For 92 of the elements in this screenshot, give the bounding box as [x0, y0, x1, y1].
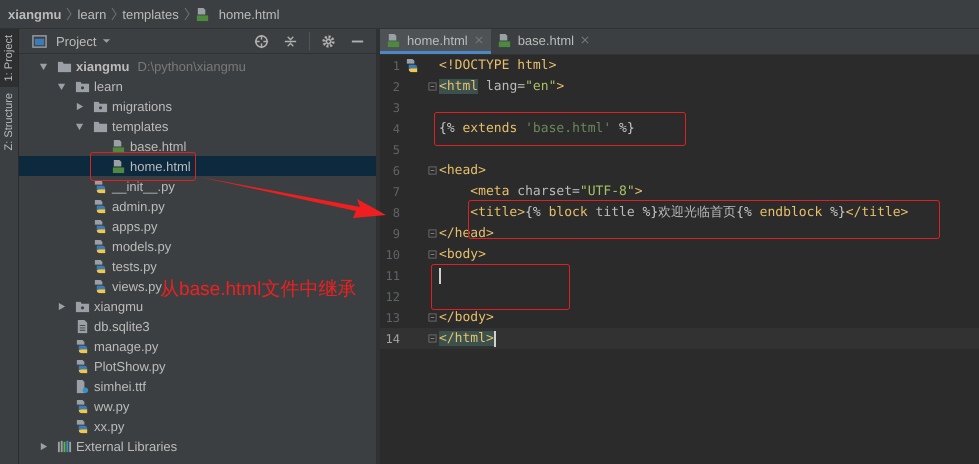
settings-icon[interactable] [321, 34, 336, 48]
dropdown-caret-icon[interactable] [102, 38, 112, 44]
line-number: 4 [392, 122, 400, 136]
expanded-arrow-icon[interactable] [75, 122, 84, 130]
locate-icon[interactable] [254, 34, 269, 48]
tree-item[interactable]: __init__.py [19, 176, 179, 196]
tree-item[interactable]: home.html [19, 156, 376, 176]
close-icon[interactable] [581, 36, 590, 44]
fold-marker-icon[interactable] [428, 250, 436, 259]
code-line: <!DOCTYPE html> [439, 58, 556, 74]
line-number: 12 [384, 290, 400, 304]
html-file-icon [496, 32, 512, 48]
python-file-icon [93, 258, 108, 274]
html-file-icon [111, 158, 126, 174]
tree-item[interactable]: base.html [19, 136, 190, 156]
python-file-icon [93, 278, 108, 294]
html-file-icon [386, 32, 401, 48]
collapsed-arrow-icon[interactable] [57, 302, 66, 310]
python-file-icon [75, 338, 90, 354]
annotation-text: 从base.html文件中继承 [160, 278, 356, 302]
collapse-all-icon[interactable] [283, 34, 298, 48]
expanded-arrow-icon[interactable] [39, 62, 48, 70]
line-number: 14 [384, 332, 400, 346]
collapsed-arrow-icon[interactable] [75, 102, 84, 110]
editor-tab[interactable]: home.html [380, 29, 491, 54]
tree-item[interactable]: ww.py [19, 396, 134, 416]
code-line: <title>{% block title %}欢迎光临首页{% endblock %}</title> [470, 204, 908, 220]
html-file-icon [111, 138, 126, 154]
tool-window-tab[interactable]: Z: Structure [0, 87, 18, 157]
unknown-file-icon [75, 378, 90, 394]
python-file-icon [93, 238, 108, 254]
code-line: <meta charset="UTF-8"> [470, 184, 643, 200]
line-number: 2 [392, 80, 400, 94]
tree-item[interactable]: tests.py [19, 256, 161, 276]
python-file-icon [75, 398, 90, 414]
python-file-icon [93, 218, 108, 234]
expanded-arrow-icon[interactable] [57, 82, 66, 90]
fold-marker-icon[interactable] [428, 313, 436, 322]
fold-marker-icon[interactable] [428, 166, 436, 175]
breadcrumb-item[interactable]: xiangmu [8, 6, 62, 22]
code-line: {% extends 'base.html' %} [439, 120, 635, 136]
panel-title[interactable]: Project [56, 34, 96, 48]
editor-tab[interactable]: base.html [490, 29, 598, 54]
tree-item[interactable]: simhei.ttf [19, 376, 150, 396]
html-file-icon [194, 6, 210, 22]
fold-marker-icon[interactable] [428, 229, 436, 238]
chevron-icon [111, 7, 118, 21]
line-number: 9 [392, 226, 400, 240]
fold-marker-icon[interactable] [428, 82, 436, 91]
library-icon [57, 438, 72, 454]
tree-item[interactable]: xiangmu D:\python\xiangmu [19, 56, 250, 76]
python-file-icon [75, 358, 90, 374]
tree-item[interactable]: manage.py [19, 336, 162, 356]
breadcrumb-item[interactable]: learn [77, 6, 106, 22]
line-number: 1 [392, 58, 400, 72]
python-gutter-icon[interactable] [405, 58, 420, 73]
tree-item[interactable]: apps.py [19, 216, 162, 236]
tree-item[interactable]: External Libraries [19, 436, 182, 456]
tool-window-tab[interactable]: 1: Project [0, 29, 18, 88]
fold-marker-icon[interactable] [428, 334, 436, 343]
line-number: 6 [392, 164, 400, 178]
tree-item[interactable]: xx.py [19, 416, 128, 436]
breadcrumb-item[interactable]: home.html [218, 6, 280, 22]
python-file-icon [93, 198, 108, 214]
text-file-icon [75, 318, 90, 334]
line-number: 7 [392, 184, 400, 198]
code-line: <head> [439, 162, 486, 178]
window-icon [32, 34, 47, 48]
line-number: 10 [384, 248, 400, 262]
code-line: <html lang="en"> [439, 78, 564, 94]
tree-item[interactable]: learn [19, 76, 127, 96]
tree-item[interactable]: templates [19, 116, 172, 136]
tree-item[interactable]: xiangmu [19, 296, 148, 316]
tree-item[interactable]: models.py [19, 236, 176, 256]
collapsed-arrow-icon[interactable] [39, 442, 48, 450]
chevron-icon [184, 7, 190, 21]
python-file-icon [75, 418, 90, 434]
line-number: 3 [392, 100, 400, 114]
tree-item[interactable]: migrations [19, 96, 176, 116]
breadcrumb-item[interactable]: templates [122, 6, 179, 22]
code-line: <body> [439, 246, 486, 262]
tree-item[interactable]: db.sqlite3 [19, 316, 154, 336]
tree-item[interactable]: admin.py [19, 196, 169, 216]
line-number: 5 [392, 142, 400, 156]
code-line: </body> [439, 310, 494, 326]
chevron-icon [66, 7, 72, 21]
line-number: 11 [384, 268, 400, 282]
line-number: 8 [392, 206, 400, 220]
tree-item[interactable]: PlotShow.py [19, 356, 170, 376]
project-path: D:\python\xiangmu [137, 58, 246, 74]
line-number: 13 [384, 310, 400, 324]
python-file-icon [93, 178, 108, 194]
